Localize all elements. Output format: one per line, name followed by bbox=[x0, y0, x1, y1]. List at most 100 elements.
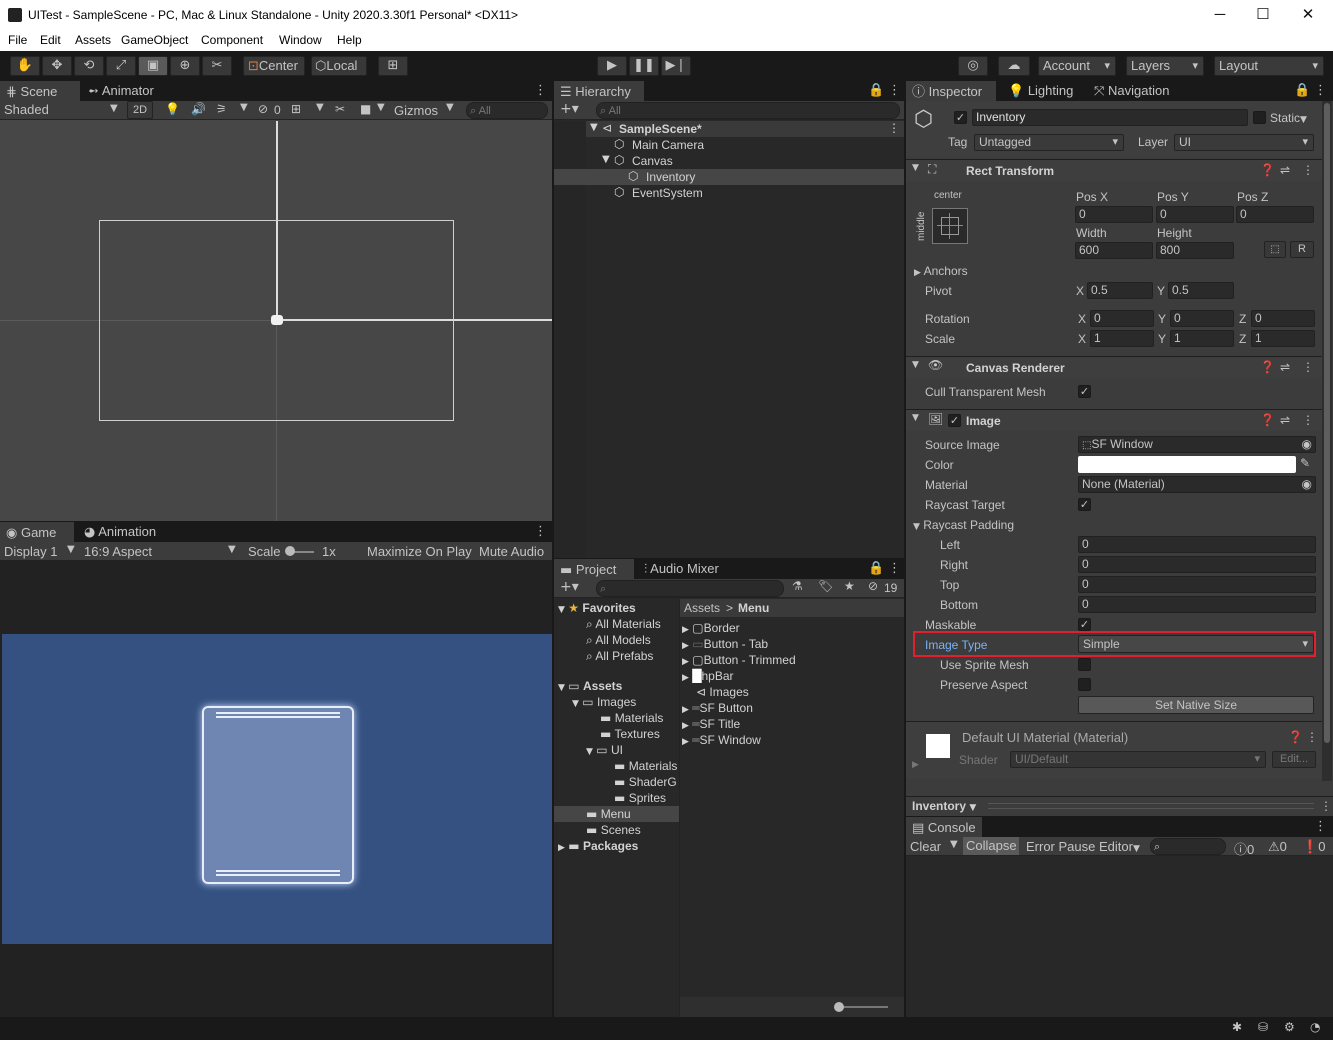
preserve-aspect-checkbox[interactable] bbox=[1078, 678, 1091, 691]
filter-type-icon[interactable]: ⚗ bbox=[792, 579, 803, 593]
help-icon[interactable]: ❓ bbox=[1288, 730, 1303, 744]
scale-tool-icon[interactable]: ⤢ bbox=[106, 56, 136, 76]
tree-all-materials[interactable]: ⌕ All Materials bbox=[586, 617, 661, 632]
create-asset-icon[interactable]: +▾ bbox=[560, 579, 579, 595]
tree-ui-shaders[interactable]: ▬ ShaderG bbox=[614, 775, 677, 789]
blueprint-mode-icon[interactable]: ⬚ bbox=[1264, 241, 1286, 258]
raycast-target-checkbox[interactable]: ✓ bbox=[1078, 498, 1091, 511]
padding-right-field[interactable]: 0 bbox=[1078, 556, 1316, 573]
fx-toggle-icon[interactable]: ⚞ bbox=[216, 102, 227, 116]
static-dropdown[interactable]: Static▼ bbox=[1270, 111, 1307, 125]
width-field[interactable]: 600 bbox=[1075, 242, 1153, 259]
layer-dropdown[interactable]: UI bbox=[1174, 134, 1314, 151]
menu-assets[interactable]: Assets bbox=[75, 33, 111, 47]
preset-icon[interactable]: ⇌ bbox=[1280, 360, 1290, 374]
project-menu-icon[interactable]: ⋮ bbox=[888, 561, 901, 576]
pause-button[interactable]: ❚❚ bbox=[629, 56, 659, 76]
maskable-checkbox[interactable]: ✓ bbox=[1078, 618, 1091, 631]
gizmos-chevron-icon[interactable]: ▼ bbox=[446, 102, 454, 113]
rect-transform-header[interactable]: ▼ ⛶ Rect Transform ❓ ⇌ ⋮ bbox=[906, 159, 1326, 181]
tab-animator[interactable]: ➻ Animator bbox=[88, 83, 154, 99]
menu-gameobject[interactable]: GameObject bbox=[121, 33, 188, 47]
tab-audio-mixer[interactable]: ⫶ Audio Mixer bbox=[644, 561, 719, 577]
tree-all-models[interactable]: ⌕ All Models bbox=[586, 633, 651, 648]
cache-icon[interactable]: ⛁ bbox=[1258, 1020, 1268, 1034]
step-button[interactable]: ▶❘ bbox=[661, 56, 691, 76]
padding-bottom-field[interactable]: 0 bbox=[1078, 596, 1316, 613]
hierarchy-item-eventsystem[interactable]: ⬡ EventSystem bbox=[586, 185, 904, 201]
breadcrumb-menu[interactable]: Menu bbox=[738, 601, 769, 615]
rot-z-field[interactable]: 0 bbox=[1251, 310, 1315, 327]
rot-x-field[interactable]: 0 bbox=[1090, 310, 1154, 327]
aspect-dropdown[interactable]: 16:9 Aspect bbox=[84, 544, 152, 559]
hierarchy-item-main-camera[interactable]: ⬡ Main Camera bbox=[586, 137, 904, 153]
raw-edit-button[interactable]: R bbox=[1290, 241, 1314, 258]
source-image-field[interactable]: ⬚SF Window ◉ bbox=[1078, 436, 1316, 453]
tree-ui-materials[interactable]: ▬ Materials bbox=[614, 759, 677, 773]
tab-project[interactable]: ▬ Project bbox=[554, 559, 634, 580]
gizmos-dropdown[interactable]: Gizmos bbox=[394, 103, 438, 118]
rotate-tool-icon[interactable]: ⟲ bbox=[74, 56, 104, 76]
lighting-toggle-icon[interactable]: 💡 bbox=[165, 102, 180, 116]
tree-packages[interactable]: ▶ ▬ Packages bbox=[558, 839, 638, 853]
collapse-toggle[interactable]: Collapse bbox=[963, 837, 1019, 855]
hidden-objects-icon[interactable]: ⊘ bbox=[258, 102, 268, 116]
scale-y-field[interactable]: 1 bbox=[1170, 330, 1234, 347]
cloud-icon[interactable]: ☁ bbox=[998, 56, 1030, 76]
component-menu-icon[interactable]: ⋮ bbox=[1302, 360, 1314, 374]
tree-images[interactable]: ▼ ▭ Images bbox=[572, 695, 636, 709]
hand-tool-icon[interactable]: ✋ bbox=[10, 56, 40, 76]
pivot-handle[interactable] bbox=[271, 315, 283, 325]
asset-button-tab[interactable]: ▶ ▭Button - Tab bbox=[682, 637, 768, 651]
help-icon[interactable]: ❓ bbox=[1260, 413, 1275, 427]
tree-menu[interactable]: ▬ Menu bbox=[554, 806, 679, 822]
collab-icon[interactable]: ◎ bbox=[958, 56, 988, 76]
image-enabled-checkbox[interactable]: ✓ bbox=[948, 414, 961, 427]
filter-label-icon[interactable]: 🏷 bbox=[818, 579, 833, 593]
fx-chevron-icon[interactable]: ▼ bbox=[240, 102, 248, 113]
material-field[interactable]: None (Material) ◉ bbox=[1078, 476, 1316, 493]
asset-hpbar[interactable]: ▶ █hpBar bbox=[682, 669, 734, 683]
maximize-button[interactable]: ☐ bbox=[1243, 4, 1283, 26]
account-dropdown[interactable]: Account bbox=[1038, 56, 1116, 76]
scale-z-field[interactable]: 1 bbox=[1251, 330, 1315, 347]
component-menu-icon[interactable]: ⋮ bbox=[1302, 413, 1314, 427]
scene-view[interactable] bbox=[0, 121, 552, 521]
tree-favorites[interactable]: ▼ ★ Favorites bbox=[558, 601, 678, 615]
log-count-toggle[interactable]: ⓘ0 bbox=[1234, 839, 1254, 858]
preview-dropdown[interactable]: Inventory ▼ bbox=[912, 799, 976, 813]
asset-sf-button[interactable]: ▶ ═SF Button bbox=[682, 701, 753, 715]
mode-2d-button[interactable]: 2D bbox=[127, 101, 153, 119]
scene-search-input[interactable]: ⌕ All bbox=[466, 102, 548, 119]
tag-dropdown[interactable]: Untagged bbox=[974, 134, 1124, 151]
menu-help[interactable]: Help bbox=[337, 33, 362, 47]
preset-icon[interactable]: ⇌ bbox=[1280, 413, 1290, 427]
grid-toggle-icon[interactable]: ⊞ bbox=[291, 102, 301, 116]
hierarchy-item-scene[interactable]: ▼ ⊲ SampleScene* ⋮ bbox=[586, 121, 904, 137]
transform-tool-icon[interactable]: ⊕ bbox=[170, 56, 200, 76]
custom-tool-icon[interactable]: ✂ bbox=[202, 56, 232, 76]
cull-transparent-checkbox[interactable]: ✓ bbox=[1078, 385, 1091, 398]
eyedropper-icon[interactable]: ✎ bbox=[1300, 456, 1310, 470]
scale-slider-handle[interactable] bbox=[285, 546, 295, 556]
tree-ui[interactable]: ▼ ▭ UI bbox=[586, 743, 623, 757]
image-type-dropdown[interactable]: Simple bbox=[1078, 635, 1314, 653]
shading-dropdown[interactable]: Shaded bbox=[4, 102, 122, 117]
layers-dropdown[interactable]: Layers bbox=[1126, 56, 1204, 76]
maximize-on-play-toggle[interactable]: Maximize On Play bbox=[367, 544, 472, 559]
asset-sf-window[interactable]: ▶ ═SF Window bbox=[682, 733, 761, 747]
inspector-scrollbar[interactable] bbox=[1322, 101, 1332, 781]
rect-tool-icon[interactable]: ▣ bbox=[138, 56, 168, 76]
mute-audio-toggle[interactable]: Mute Audio bbox=[479, 544, 544, 559]
preset-icon[interactable]: ⇌ bbox=[1280, 163, 1290, 177]
editor-dropdown[interactable]: Editor▼ bbox=[1099, 839, 1140, 854]
help-icon[interactable]: ❓ bbox=[1260, 163, 1275, 177]
tree-all-prefabs[interactable]: ⌕ All Prefabs bbox=[586, 649, 653, 664]
anchor-preset-button[interactable] bbox=[932, 208, 968, 244]
component-menu-icon[interactable]: ⋮ bbox=[1302, 163, 1314, 177]
object-name-input[interactable]: Inventory bbox=[972, 109, 1248, 126]
lock-icon[interactable]: 🔒 bbox=[1294, 83, 1310, 98]
height-field[interactable]: 800 bbox=[1156, 242, 1234, 259]
tree-materials[interactable]: ▬ Materials bbox=[600, 711, 663, 725]
asset-border[interactable]: ▶ ▢Border bbox=[682, 621, 740, 635]
